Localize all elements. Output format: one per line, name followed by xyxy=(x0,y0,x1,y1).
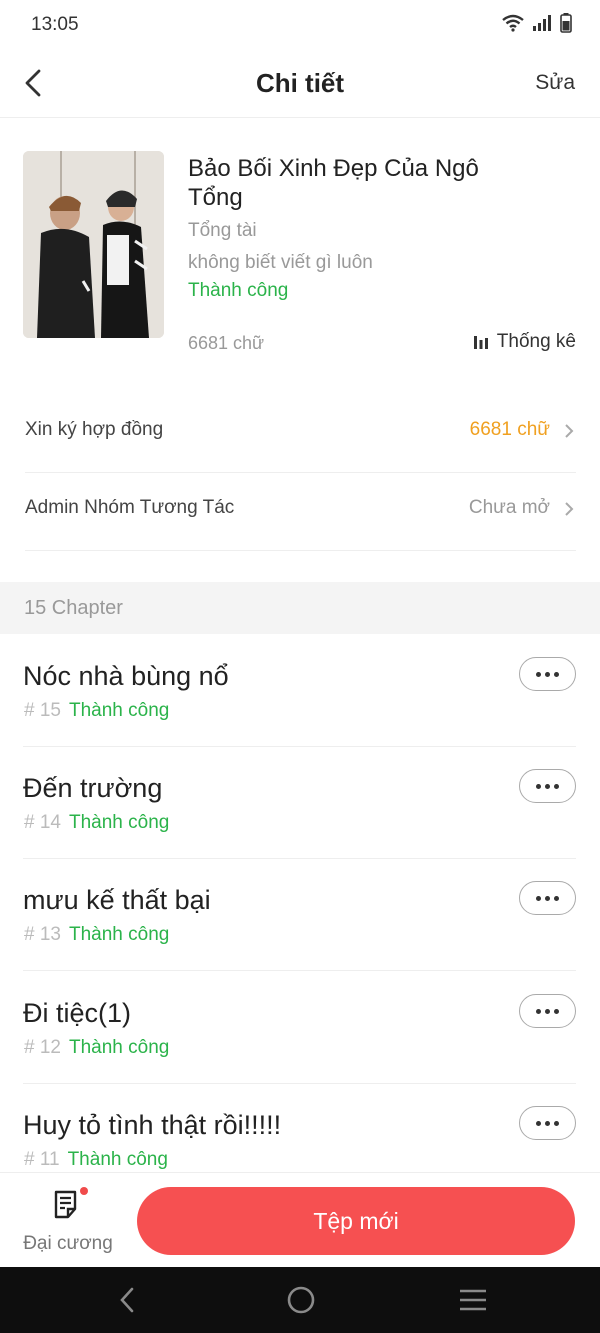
more-button[interactable] xyxy=(519,657,576,691)
chapter-item[interactable]: Đi tiệc(1) # 12 Thành công xyxy=(23,971,576,1084)
signal-icon xyxy=(533,15,551,31)
admin-group-value: Chưa mở xyxy=(468,497,550,518)
chapter-number: # 14 xyxy=(24,812,61,833)
chapter-title: mưu kế thất bại xyxy=(23,885,211,915)
book-card: Bảo Bối Xinh Đẹp Của Ngô Tổng Tổng tài k… xyxy=(0,118,600,378)
chapter-title: Đến trường xyxy=(23,773,163,803)
chapter-item[interactable]: Nóc nhà bùng nổ # 15 Thành công xyxy=(23,634,576,747)
chevron-right-icon xyxy=(565,502,574,516)
battery-icon xyxy=(560,13,572,33)
edit-button[interactable]: Sửa xyxy=(535,71,575,95)
more-dots-icon xyxy=(536,895,541,901)
nav-home-icon[interactable] xyxy=(286,1285,316,1315)
more-dots-icon xyxy=(536,671,541,677)
book-description: không biết viết gì luôn xyxy=(188,252,373,273)
chapter-title: Nóc nhà bùng nổ xyxy=(23,661,229,691)
book-status: Thành công xyxy=(188,280,289,301)
contract-row[interactable]: Xin ký hợp đồng 6681 chữ xyxy=(25,395,576,473)
more-dots-icon xyxy=(536,1008,541,1014)
nav-back-icon[interactable] xyxy=(116,1285,138,1315)
wifi-icon xyxy=(502,14,524,32)
system-navigation-bar xyxy=(0,1267,600,1333)
nav-bar: Chi tiết Sửa xyxy=(0,50,600,118)
chapter-item[interactable]: mưu kế thất bại # 13 Thành công xyxy=(23,858,576,971)
chapter-item[interactable]: Đến trường # 14 Thành công xyxy=(23,746,576,859)
stats-label: Thống kê xyxy=(496,331,576,352)
chapter-number: # 15 xyxy=(24,700,61,721)
book-title: Bảo Bối Xinh Đẹp Của Ngô Tổng xyxy=(188,155,479,211)
chapter-meta: # 15 Thành công xyxy=(24,700,169,722)
outline-document-icon xyxy=(54,1190,77,1219)
more-dots-icon xyxy=(536,1120,541,1126)
chapter-status: Thành công xyxy=(68,700,170,721)
more-button[interactable] xyxy=(519,769,576,803)
chapter-number: # 11 xyxy=(24,1149,60,1170)
chapter-status: Thành công xyxy=(67,1149,168,1170)
chapter-status: Thành công xyxy=(68,812,170,833)
page-title: Chi tiết xyxy=(255,68,345,98)
more-button[interactable] xyxy=(519,994,576,1028)
chapter-meta: # 12 Thành công xyxy=(24,1037,169,1059)
nav-menu-icon[interactable] xyxy=(458,1285,488,1315)
book-cover-image[interactable] xyxy=(23,151,164,338)
chapter-status: Thành công xyxy=(68,924,170,945)
chapter-meta: # 14 Thành công xyxy=(24,812,169,834)
status-bar: 13:05 xyxy=(0,0,600,50)
chapter-status: Thành công xyxy=(68,1037,170,1058)
chapter-title: Đi tiệc(1) xyxy=(23,998,132,1028)
chapter-title: Huy tỏ tình thật rồi!!!!! xyxy=(23,1110,282,1140)
admin-group-row[interactable]: Admin Nhóm Tương Tác Chưa mở xyxy=(25,473,576,551)
book-word-count: 6681 chữ xyxy=(188,333,265,353)
book-genre: Tổng tài xyxy=(188,220,257,241)
outline-label: Đại cương xyxy=(23,1233,113,1254)
contract-value: 6681 chữ xyxy=(469,419,550,440)
new-file-button[interactable]: Tệp mới xyxy=(137,1187,575,1255)
chapter-meta: # 11 Thành công xyxy=(24,1149,168,1171)
chapters-count: 15 Chapter xyxy=(24,597,123,619)
admin-group-label: Admin Nhóm Tương Tác xyxy=(25,497,235,518)
chapter-number: # 13 xyxy=(24,924,61,945)
chapters-header: 15 Chapter xyxy=(0,582,600,634)
chapter-number: # 12 xyxy=(24,1037,61,1058)
outline-button[interactable]: Đại cương xyxy=(20,1187,116,1257)
chevron-right-icon xyxy=(565,424,574,438)
more-dots-icon xyxy=(536,783,541,789)
notification-dot xyxy=(80,1187,88,1195)
stats-button[interactable]: Thống kê xyxy=(473,331,576,353)
more-button[interactable] xyxy=(519,881,576,915)
more-button[interactable] xyxy=(519,1106,576,1140)
bottom-action-bar: Đại cương Tệp mới xyxy=(0,1172,600,1267)
status-icons xyxy=(502,13,572,33)
bar-chart-icon xyxy=(473,336,488,349)
status-time: 13:05 xyxy=(31,14,79,35)
contract-label: Xin ký hợp đồng xyxy=(25,419,164,440)
chapter-meta: # 13 Thành công xyxy=(24,924,169,946)
